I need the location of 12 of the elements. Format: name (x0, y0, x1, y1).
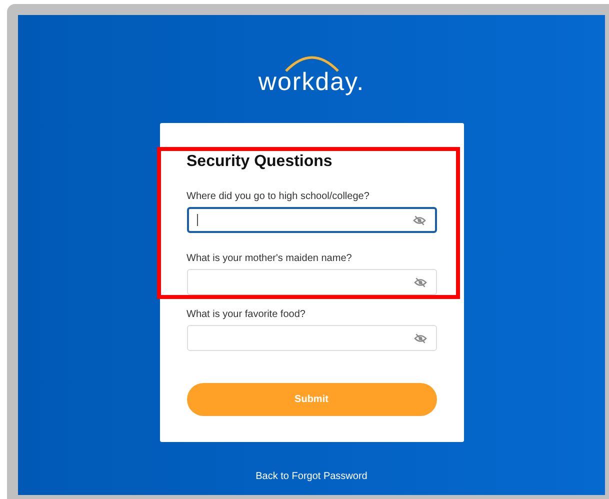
question-label: What is your favorite food? (186, 309, 306, 320)
card-title: Security Questions (186, 153, 334, 171)
back-link[interactable]: Back to Forgot Password (256, 471, 368, 482)
logo-text: workday. (258, 68, 365, 97)
eye-slash-icon[interactable] (414, 276, 426, 288)
answer-field[interactable] (186, 207, 436, 233)
text-caret (196, 214, 198, 226)
arc-icon (284, 54, 340, 72)
question-label: What is your mother's maiden name? (186, 253, 353, 264)
eye-slash-icon[interactable] (412, 214, 426, 226)
eye-slash-icon[interactable] (414, 332, 426, 344)
question-label: Where did you go to high school/college? (186, 191, 370, 202)
